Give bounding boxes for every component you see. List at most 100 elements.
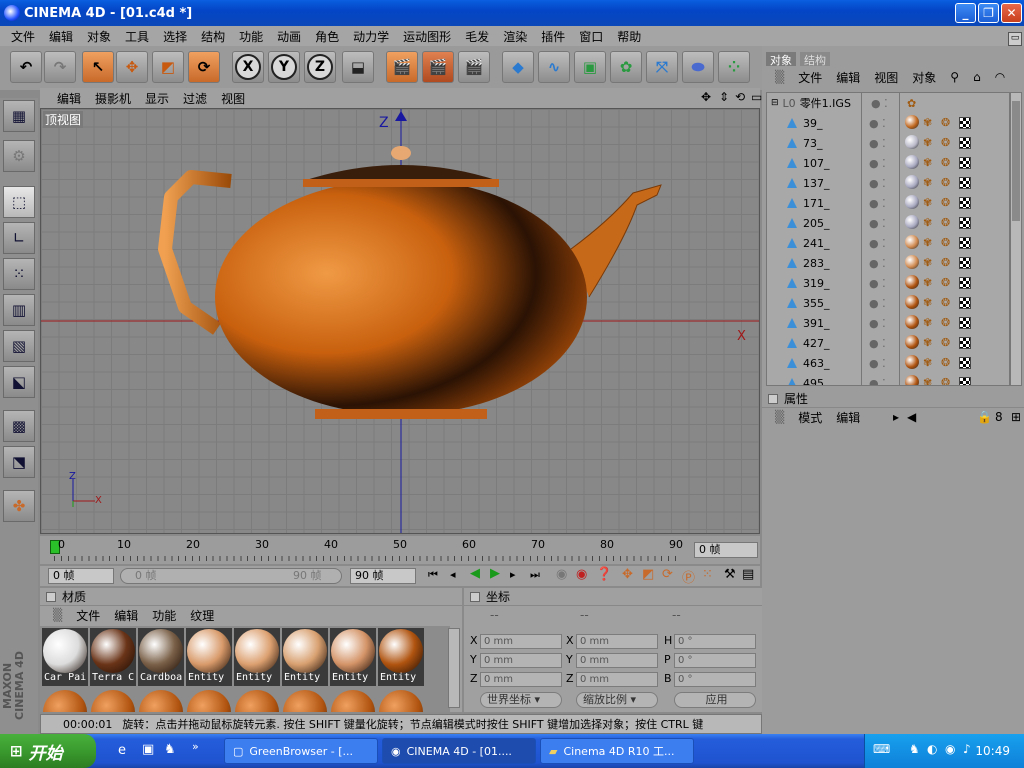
task-folder[interactable]: ▰ Cinema 4D R10 工... [540, 738, 694, 764]
phong-tag-icon[interactable]: ✾ [923, 136, 932, 149]
polygon-mode-disabled-icon[interactable]: ⚙ [3, 140, 35, 172]
frame-range-slider[interactable]: 0 帧 90 帧 [120, 568, 342, 584]
object-row-root[interactable]: ⊟ L0 零件1.IGS ● ⁚ ✿ [771, 93, 1009, 113]
attributes-menu-edit[interactable]: 编辑 [829, 409, 867, 426]
phong-tag-icon[interactable]: ✾ [923, 156, 932, 169]
texture-mode-icon[interactable]: ▩ [3, 410, 35, 442]
object-axis-mode-icon[interactable]: ∟ [3, 222, 35, 254]
panel-maximize-icon[interactable]: ▭ [1008, 32, 1022, 46]
object-row[interactable]: 283_ ● ⁚ ✾ ❂ [771, 253, 1009, 273]
material-slot[interactable]: Entity [282, 628, 328, 686]
key-rotation-icon[interactable]: ⟳ [662, 567, 673, 582]
object-row[interactable]: 137_ ● ⁚ ✾ ❂ [771, 173, 1009, 193]
rotation-b-field[interactable]: 0 ° [674, 672, 756, 687]
texture-tag-icon[interactable] [959, 357, 971, 369]
material-tag-icon[interactable] [905, 355, 919, 369]
material-tag-icon[interactable] [905, 255, 919, 269]
material-tag-icon[interactable] [905, 195, 919, 209]
texture-tag-icon[interactable] [959, 317, 971, 329]
texture-tag-icon[interactable] [959, 157, 971, 169]
menu-objects[interactable]: 对象 [80, 28, 118, 45]
materials-scrollbar[interactable] [448, 628, 460, 708]
menu-hair[interactable]: 毛发 [458, 28, 496, 45]
prev-frame-icon[interactable]: ◂ [450, 568, 456, 581]
play-backward-icon[interactable]: ◀ [470, 566, 480, 581]
viewport-menu-edit[interactable]: 编辑 [50, 90, 88, 107]
visibility-dots[interactable]: ● ⁚ [869, 157, 886, 170]
key-scale-icon[interactable]: ◩ [642, 567, 654, 582]
object-row[interactable]: 355_ ● ⁚ ✾ ❂ [771, 293, 1009, 313]
qq-quicklaunch-icon[interactable]: ♞ [164, 742, 176, 757]
texture-tag-icon[interactable] [959, 177, 971, 189]
timeline-tool-icon[interactable]: ⚒ [724, 567, 736, 582]
phong-tag-icon[interactable]: ✾ [923, 216, 932, 229]
uvw-tag-icon[interactable]: ❂ [941, 336, 950, 349]
task-cinema4d[interactable]: ◉ CINEMA 4D - [01.... [382, 738, 536, 764]
texture-tag-icon[interactable] [959, 297, 971, 309]
uvw-tag-icon[interactable]: ❂ [941, 156, 950, 169]
size-z-field[interactable]: 0 mm [576, 672, 658, 687]
network-icon[interactable]: ◐ [927, 742, 937, 756]
end-frame-field[interactable]: 90 帧 [350, 568, 416, 584]
render-view-icon[interactable]: 🎬 [386, 51, 418, 83]
visibility-dots[interactable]: ● ⁚ [869, 237, 886, 250]
menu-window[interactable]: 窗口 [572, 28, 610, 45]
material-tag-icon[interactable] [905, 175, 919, 189]
minimize-button[interactable]: _ [955, 3, 976, 23]
menu-dynamics[interactable]: 动力学 [346, 28, 396, 45]
nurbs-icon[interactable]: ▣ [574, 51, 606, 83]
play-forward-icon[interactable]: ▶ [490, 566, 500, 581]
next-frame-icon[interactable]: ▸ [510, 568, 516, 581]
particle-icon[interactable]: ⁘ [718, 51, 750, 83]
close-button[interactable]: ✕ [1001, 3, 1022, 23]
visibility-dots[interactable]: ● ⁚ [871, 97, 888, 110]
object-menu-view[interactable]: 视图 [867, 69, 905, 86]
materials-menu-edit[interactable]: 编辑 [107, 607, 145, 624]
position-z-field[interactable]: 0 mm [480, 672, 562, 687]
key-points-icon[interactable]: ⁙ [702, 567, 713, 582]
timeline-layout-icon[interactable]: ▤ [742, 567, 754, 582]
current-frame-field[interactable]: 0 帧 [694, 542, 758, 558]
autokey-icon[interactable]: ❓ [596, 567, 612, 582]
polygons-mode-icon[interactable]: ▧ [3, 330, 35, 362]
visibility-dots[interactable]: ● ⁚ [869, 337, 886, 350]
uvw-tag-icon[interactable]: ❂ [941, 116, 950, 129]
material-slot[interactable]: Terra C [90, 628, 136, 686]
y-axis-lock-button[interactable]: Y [268, 51, 300, 83]
material-tag-icon[interactable] [905, 115, 919, 129]
uvw-tag-icon[interactable]: ❂ [941, 176, 950, 189]
object-row[interactable]: 427_ ● ⁚ ✾ ❂ [771, 333, 1009, 353]
sculpt-icon[interactable]: ✤ [3, 490, 35, 522]
menu-tools[interactable]: 工具 [118, 28, 156, 45]
phong-tag-icon[interactable]: ✾ [923, 176, 932, 189]
visibility-dots[interactable]: ● ⁚ [869, 217, 886, 230]
panel-checkbox-icon[interactable] [768, 393, 778, 404]
phong-tag-icon[interactable]: ✾ [923, 336, 932, 349]
visibility-dots[interactable]: ● ⁚ [869, 117, 886, 130]
panel-checkbox-icon[interactable] [46, 591, 56, 602]
visibility-dots[interactable]: ● ⁚ [869, 197, 886, 210]
texture-tag-icon[interactable] [959, 337, 971, 349]
uvw-tag-icon[interactable]: ❂ [941, 136, 950, 149]
phong-tag-icon[interactable]: ✾ [923, 316, 932, 329]
object-row[interactable]: 171_ ● ⁚ ✾ ❂ [771, 193, 1009, 213]
phong-tag-icon[interactable]: ✾ [923, 196, 932, 209]
home-icon[interactable]: ⌂ [966, 70, 988, 84]
back-icon[interactable]: ◀ [900, 410, 923, 424]
uvw-tag-icon[interactable]: ❂ [941, 296, 950, 309]
material-slot[interactable]: Car Pai [42, 628, 88, 686]
materials-menu-texture[interactable]: 纹理 [183, 607, 221, 624]
render-region-icon[interactable]: 🎬 [422, 51, 454, 83]
visibility-dots[interactable]: ● ⁚ [869, 377, 886, 386]
phong-tag-icon[interactable]: ✾ [923, 296, 932, 309]
rotation-p-field[interactable]: 0 ° [674, 653, 756, 668]
goto-start-icon[interactable]: ⏮ [428, 568, 438, 582]
live-selection-icon[interactable]: ↖ [82, 51, 114, 83]
menu-plugins[interactable]: 插件 [534, 28, 572, 45]
rotate-icon[interactable]: ⟳ [188, 51, 220, 83]
phong-tag-icon[interactable]: ✾ [923, 236, 932, 249]
keyboard-icon[interactable]: ⌨ [873, 742, 890, 756]
object-row[interactable]: 495_ ● ⁚ ✾ ❂ [771, 373, 1009, 386]
menu-edit[interactable]: 编辑 [42, 28, 80, 45]
visibility-dots[interactable]: ● ⁚ [869, 257, 886, 270]
